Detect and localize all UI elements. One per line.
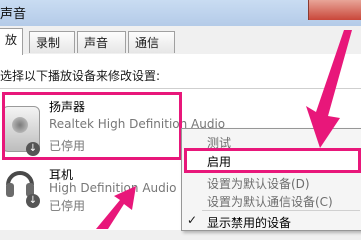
tab-label: 放 [5, 33, 18, 47]
annotation-arrows [96, 30, 352, 229]
arrow-top-right-icon [306, 30, 352, 148]
tab-playback[interactable]: 放 [0, 28, 23, 55]
arrow-bottom-left-icon [96, 186, 136, 229]
